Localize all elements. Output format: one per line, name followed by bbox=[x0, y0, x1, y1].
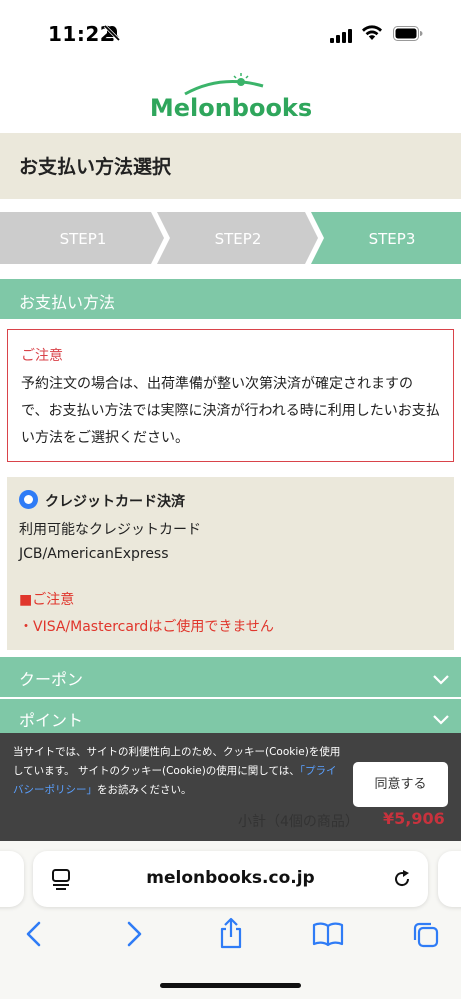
previous-tab-card[interactable] bbox=[0, 851, 24, 907]
status-bar: 11:22 bbox=[0, 0, 461, 64]
melonbooks-logo[interactable]: Melonbooks bbox=[0, 72, 461, 132]
payment-method-title: お支払い方法 bbox=[19, 293, 116, 312]
bookmarks-icon[interactable] bbox=[312, 921, 344, 951]
credit-card-brands: JCB/AmericanExpress bbox=[19, 546, 169, 562]
browser-toolbar: melonbooks.co.jp bbox=[0, 841, 461, 999]
bell-muted-icon bbox=[103, 24, 121, 46]
credit-card-warning-title: ■ご注意 bbox=[19, 592, 75, 608]
page-header: お支払い方法選択 bbox=[0, 133, 461, 199]
reload-icon[interactable] bbox=[391, 868, 413, 894]
home-indicator bbox=[160, 983, 301, 988]
credit-card-option[interactable]: クレジットカード決済 利用可能なクレジットカード JCB/AmericanExp… bbox=[7, 477, 454, 650]
subtotal-label: 小計（4個の商品） bbox=[238, 814, 359, 830]
battery-icon bbox=[393, 26, 423, 45]
cookie-text: 当サイトでは、サイトの利便性向上のため、クッキー(Cookie)を使用しています… bbox=[13, 743, 343, 800]
subtotal-price: ¥5,906 bbox=[383, 809, 445, 828]
point-label: ポイント bbox=[19, 711, 84, 730]
cookie-agree-button[interactable]: 同意する bbox=[353, 762, 448, 807]
step-3-label: STEP3 bbox=[369, 230, 416, 248]
chevron-down-icon[interactable] bbox=[433, 710, 449, 729]
page-title: お支払い方法選択 bbox=[19, 156, 172, 178]
notice-box: ご注意 予約注文の場合は、出荷準備が整い次第決済が確定されますので、お支払い方法… bbox=[7, 329, 454, 462]
share-icon[interactable] bbox=[218, 917, 244, 953]
address-bar[interactable]: melonbooks.co.jp bbox=[33, 851, 428, 907]
step-2-label: STEP2 bbox=[215, 230, 262, 248]
point-accordion[interactable]: ポイント bbox=[0, 699, 461, 733]
tabs-icon[interactable] bbox=[412, 921, 440, 953]
wifi-icon bbox=[361, 25, 383, 45]
step-indicator: STEP1 STEP2 STEP3 bbox=[0, 212, 461, 264]
credit-card-available-label: 利用可能なクレジットカード bbox=[19, 522, 201, 538]
payment-method-heading: お支払い方法 bbox=[0, 279, 461, 319]
cellular-signal-icon bbox=[330, 28, 352, 47]
notice-text: 予約注文の場合は、出荷準備が整い次第決済が確定されますので、お支払い方法では実際… bbox=[21, 376, 440, 446]
cookie-text-before: 当サイトでは、サイトの利便性向上のため、クッキー(Cookie)を使用しています… bbox=[13, 746, 341, 777]
credit-card-radio[interactable] bbox=[19, 490, 38, 509]
svg-text:Melonbooks: Melonbooks bbox=[151, 94, 311, 122]
back-icon[interactable] bbox=[24, 921, 46, 951]
url-text[interactable]: melonbooks.co.jp bbox=[33, 868, 428, 888]
notice-title: ご注意 bbox=[21, 348, 63, 364]
next-tab-card[interactable] bbox=[438, 851, 461, 907]
credit-card-warning-text: ・VISA/Mastercardはご使用できません bbox=[19, 619, 274, 635]
step-1-label: STEP1 bbox=[60, 230, 107, 248]
credit-card-title: クレジットカード決済 bbox=[45, 494, 185, 510]
coupon-accordion[interactable]: クーポン bbox=[0, 657, 461, 697]
forward-icon[interactable] bbox=[122, 921, 144, 951]
coupon-label: クーポン bbox=[19, 670, 84, 689]
cookie-text-after: をお読みください。 bbox=[97, 784, 192, 796]
chevron-down-icon[interactable] bbox=[433, 670, 449, 689]
